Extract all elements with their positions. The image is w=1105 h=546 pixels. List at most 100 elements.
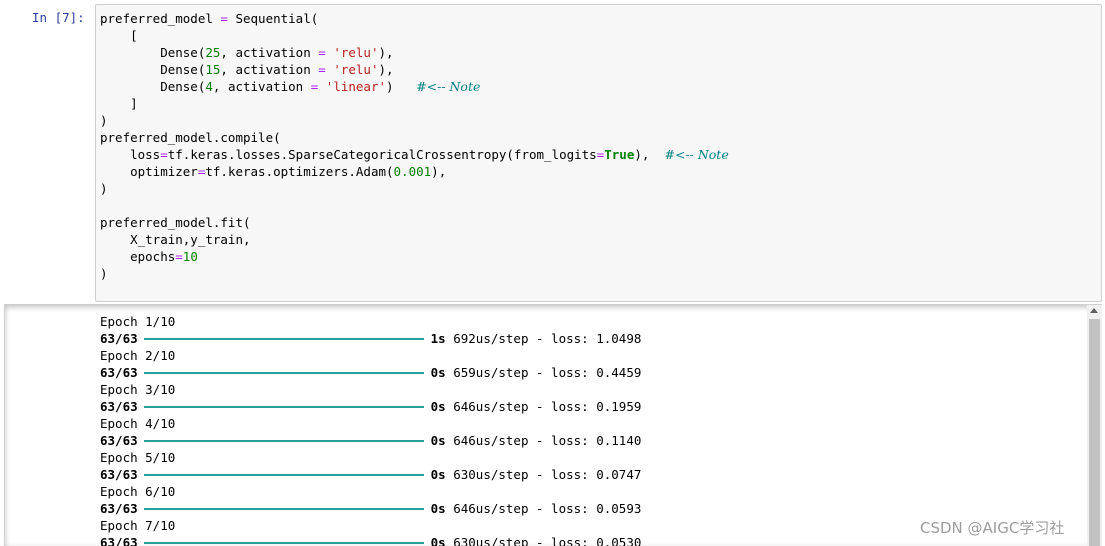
code-token: preferred_model.fit( — [100, 215, 251, 230]
epoch-label: Epoch 4/10 — [100, 416, 176, 431]
epoch-label: Epoch 5/10 — [100, 450, 176, 465]
progress-bar — [143, 541, 424, 544]
progress-bar — [143, 337, 424, 340]
code-token: ) — [386, 79, 417, 94]
code-token: ), — [378, 62, 394, 77]
epoch-rate-loss: 692us/step - loss: 1.0498 — [445, 331, 642, 346]
code-line: ) — [100, 265, 108, 282]
epoch-steps: 63/63 — [100, 467, 138, 482]
epoch-steps: 63/63 — [100, 331, 138, 346]
epoch-rate-loss: 646us/step - loss: 0.1959 — [445, 399, 642, 414]
code-line: [ — [100, 27, 138, 44]
code-token: [ — [100, 28, 138, 43]
code-line: preferred_model.compile( — [100, 129, 281, 146]
code-token: epochs — [100, 249, 176, 264]
code-token: Dense( — [100, 79, 206, 94]
code-line: ) — [100, 180, 108, 197]
epoch-progress-line: 63/63 0s 630us/step - loss: 0.0530 — [100, 534, 641, 546]
code-line: Dense(15, activation = 'relu'), — [100, 61, 394, 78]
epoch-steps: 63/63 — [100, 535, 138, 546]
epoch-time: 0s — [430, 535, 446, 546]
code-token: , activation — [212, 79, 311, 94]
code-token: ), — [431, 164, 447, 179]
epoch-progress-line: 63/63 0s 646us/step - loss: 0.1140 — [100, 432, 641, 449]
code-token: ) — [100, 266, 108, 281]
code-line: ) — [100, 112, 108, 129]
code-token: loss — [100, 147, 161, 162]
epoch-progress-line: 63/63 1s 692us/step - loss: 1.0498 — [100, 330, 641, 347]
code-cell-editor[interactable]: preferred_model = Sequential( [ Dense(25… — [95, 4, 1102, 302]
progress-bar — [143, 439, 424, 442]
cell-prompt: In [7]: — [32, 10, 85, 25]
epoch-rate-loss: 630us/step - loss: 0.0747 — [445, 467, 642, 482]
progress-bar — [143, 473, 424, 476]
code-token: Sequential( — [227, 11, 319, 26]
code-token: preferred_model — [100, 11, 221, 26]
code-token: #<-- Note — [664, 147, 729, 162]
watermark: CSDN @AIGC学习社 — [920, 519, 1065, 537]
epoch-steps: 63/63 — [100, 399, 138, 414]
epoch-label: Epoch 7/10 — [100, 518, 176, 533]
epoch-label: Epoch 1/10 — [100, 314, 176, 329]
code-token: ) — [100, 181, 108, 196]
code-token: 'relu' — [333, 62, 379, 77]
code-token: ), — [378, 45, 394, 60]
code-token: X_train,y_train, — [100, 232, 251, 247]
epoch-steps: 63/63 — [100, 433, 138, 448]
epoch-progress-line: 63/63 0s 659us/step - loss: 0.4459 — [100, 364, 641, 381]
epoch-steps: 63/63 — [100, 365, 138, 380]
code-token: = — [220, 11, 228, 26]
code-token: 'linear' — [325, 79, 387, 94]
output-area[interactable]: Epoch 1/10 63/63 1s 692us/step - loss: 1.0… — [4, 304, 1102, 546]
progress-bar — [143, 507, 424, 510]
epoch-time: 0s — [430, 501, 446, 516]
code-token: tf.keras.losses.SparseCategoricalCrossen… — [167, 147, 597, 162]
progress-bar — [143, 405, 424, 408]
epoch-progress-line: 63/63 0s 646us/step - loss: 0.0593 — [100, 500, 641, 517]
epoch-label: Epoch 2/10 — [100, 348, 176, 363]
code-token: preferred_model.compile( — [100, 130, 281, 145]
code-token: = — [160, 147, 168, 162]
epoch-time: 0s — [430, 467, 446, 482]
code-token: 15 — [205, 62, 221, 77]
code-token: optimizer — [100, 164, 198, 179]
epoch-progress-line: 63/63 0s 646us/step - loss: 0.1959 — [100, 398, 641, 415]
epoch-label: Epoch 3/10 — [100, 382, 176, 397]
output-scrollbar[interactable] — [1087, 305, 1102, 546]
code-line: Dense(4, activation = 'linear') #<-- Not… — [100, 78, 480, 95]
code-line: X_train,y_train, — [100, 231, 251, 248]
code-token: 0.001 — [393, 164, 432, 179]
epoch-rate-loss: 646us/step - loss: 0.1140 — [445, 433, 642, 448]
code-token: , activation — [220, 45, 319, 60]
epoch-time: 0s — [430, 365, 446, 380]
code-token: = — [318, 62, 326, 77]
scroll-up-arrow-icon[interactable] — [1090, 308, 1098, 313]
code-token: Dense( — [100, 45, 206, 60]
code-line: loss=tf.keras.losses.SparseCategoricalCr… — [100, 146, 729, 163]
code-token: ] — [100, 96, 138, 111]
code-line: Dense(25, activation = 'relu'), — [100, 44, 394, 61]
epoch-time: 0s — [430, 399, 446, 414]
epoch-label: Epoch 6/10 — [100, 484, 176, 499]
code-token: 10 — [182, 249, 198, 264]
code-token: 25 — [205, 45, 221, 60]
epoch-time: 0s — [430, 433, 446, 448]
epoch-steps: 63/63 — [100, 501, 138, 516]
code-token: = — [175, 249, 183, 264]
scroll-thumb[interactable] — [1089, 319, 1100, 546]
code-token: #<-- Note — [416, 79, 481, 94]
code-line: epochs=10 — [100, 248, 198, 265]
code-token: = — [318, 45, 326, 60]
code-token: ), — [634, 147, 665, 162]
code-line: preferred_model.fit( — [100, 214, 251, 231]
epoch-progress-line: 63/63 0s 630us/step - loss: 0.0747 — [100, 466, 641, 483]
code-token: 'relu' — [333, 45, 379, 60]
code-token: Dense( — [100, 62, 206, 77]
code-token: tf.keras.optimizers.Adam( — [205, 164, 394, 179]
code-line: ] — [100, 95, 138, 112]
code-line: optimizer=tf.keras.optimizers.Adam(0.001… — [100, 163, 446, 180]
progress-bar — [143, 371, 424, 374]
code-token: ) — [100, 113, 108, 128]
code-token: 4 — [205, 79, 213, 94]
